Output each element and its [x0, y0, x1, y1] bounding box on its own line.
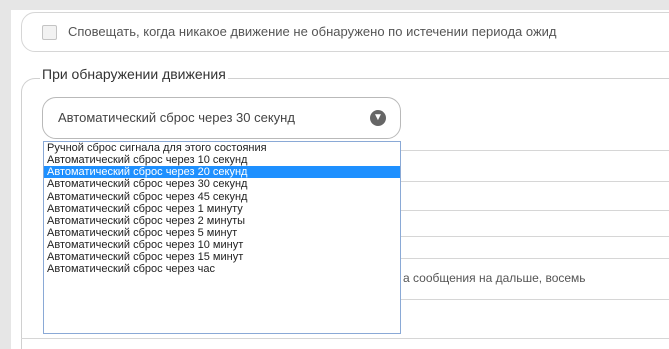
dropdown-option[interactable]: Автоматический сброс через 15 минут [44, 251, 400, 263]
dropdown-option[interactable]: Автоматический сброс через 1 минуту [44, 203, 400, 215]
background-row [401, 150, 669, 182]
notify-no-motion-label: Сповещать, когда никакое движение не обн… [68, 24, 557, 39]
dropdown-option[interactable]: Автоматический сброс через 10 секунд [44, 154, 400, 166]
dropdown-option[interactable]: Автоматический сброс через 30 секунд [44, 178, 400, 190]
window-top-frame [0, 0, 669, 10]
notify-no-motion-checkbox[interactable] [42, 25, 57, 40]
dropdown-option[interactable]: Автоматический сброс через 5 минут [44, 227, 400, 239]
dropdown-option[interactable]: Автоматический сброс через 2 минуты [44, 215, 400, 227]
divider [21, 338, 669, 339]
notify-no-motion-row[interactable]: Сповещать, когда никакое движение не обн… [21, 12, 669, 52]
reset-mode-dropdown-list[interactable]: Ручной сброс сигнала для этого состояния… [43, 141, 401, 334]
reset-mode-select-value: Автоматический сброс через 30 секунд [58, 110, 295, 125]
dropdown-option[interactable]: Автоматический сброс через 20 секунд [44, 166, 400, 179]
background-row [401, 210, 669, 237]
window-left-frame [0, 0, 11, 349]
dropdown-option[interactable]: Ручной сброс сигнала для этого состояния [44, 142, 400, 154]
dropdown-option[interactable]: Автоматический сброс через час [44, 263, 400, 275]
dropdown-option[interactable]: Автоматический сброс через 45 секунд [44, 191, 400, 203]
background-row-label: а сообщения на дальше, восемь [403, 271, 586, 285]
dropdown-option[interactable]: Автоматический сброс через 10 минут [44, 239, 400, 251]
reset-mode-select[interactable]: Автоматический сброс через 30 секунд ▼ [42, 97, 401, 139]
section-title: При обнаружении движения [40, 66, 228, 82]
chevron-down-icon[interactable]: ▼ [370, 110, 386, 126]
